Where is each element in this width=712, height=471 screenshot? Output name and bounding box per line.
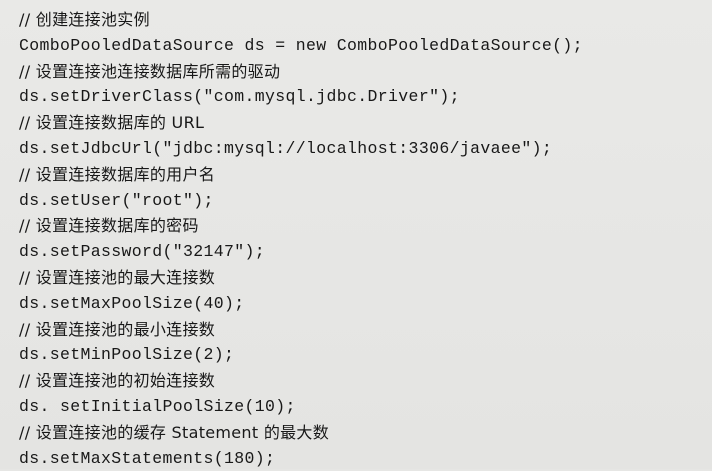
code-line: ComboPooledDataSource ds = new ComboPool… (19, 35, 583, 55)
comment-line: // 设置连接池的缓存 Statement 的最大数 (19, 422, 330, 442)
comment-line: // 设置连接池连接数据库所需的驱动 (19, 61, 281, 81)
comment-line: // 设置连接数据库的 URL (19, 113, 205, 133)
code-line: ds.setJdbcUrl("jdbc:mysql://localhost:33… (19, 138, 553, 158)
code-line: ds.setMaxPoolSize(40); (19, 293, 245, 313)
code-line: ds.setMaxStatements(180); (19, 448, 276, 468)
comment-line: // 设置连接池的最小连接数 (19, 319, 216, 339)
code-line: ds.setDriverClass("com.mysql.jdbc.Driver… (19, 87, 460, 107)
code-line: ds. setInitialPoolSize(10); (19, 396, 296, 416)
comment-line: // 设置连接数据库的用户名 (19, 164, 216, 184)
code-line: ds.setUser("root"); (19, 190, 214, 210)
code-listing: // 创建连接池实例 ComboPooledDataSource ds = ne… (0, 0, 712, 469)
comment-line: // 设置连接数据库的密码 (19, 216, 199, 236)
comment-line: // 设置连接池的最大连接数 (19, 267, 216, 287)
code-line: ds.setMinPoolSize(2); (19, 345, 235, 365)
comment-line: // 创建连接池实例 (19, 10, 150, 29)
comment-line: // 设置连接池的初始连接数 (19, 371, 216, 391)
code-line: ds.setPassword("32147"); (19, 242, 266, 262)
